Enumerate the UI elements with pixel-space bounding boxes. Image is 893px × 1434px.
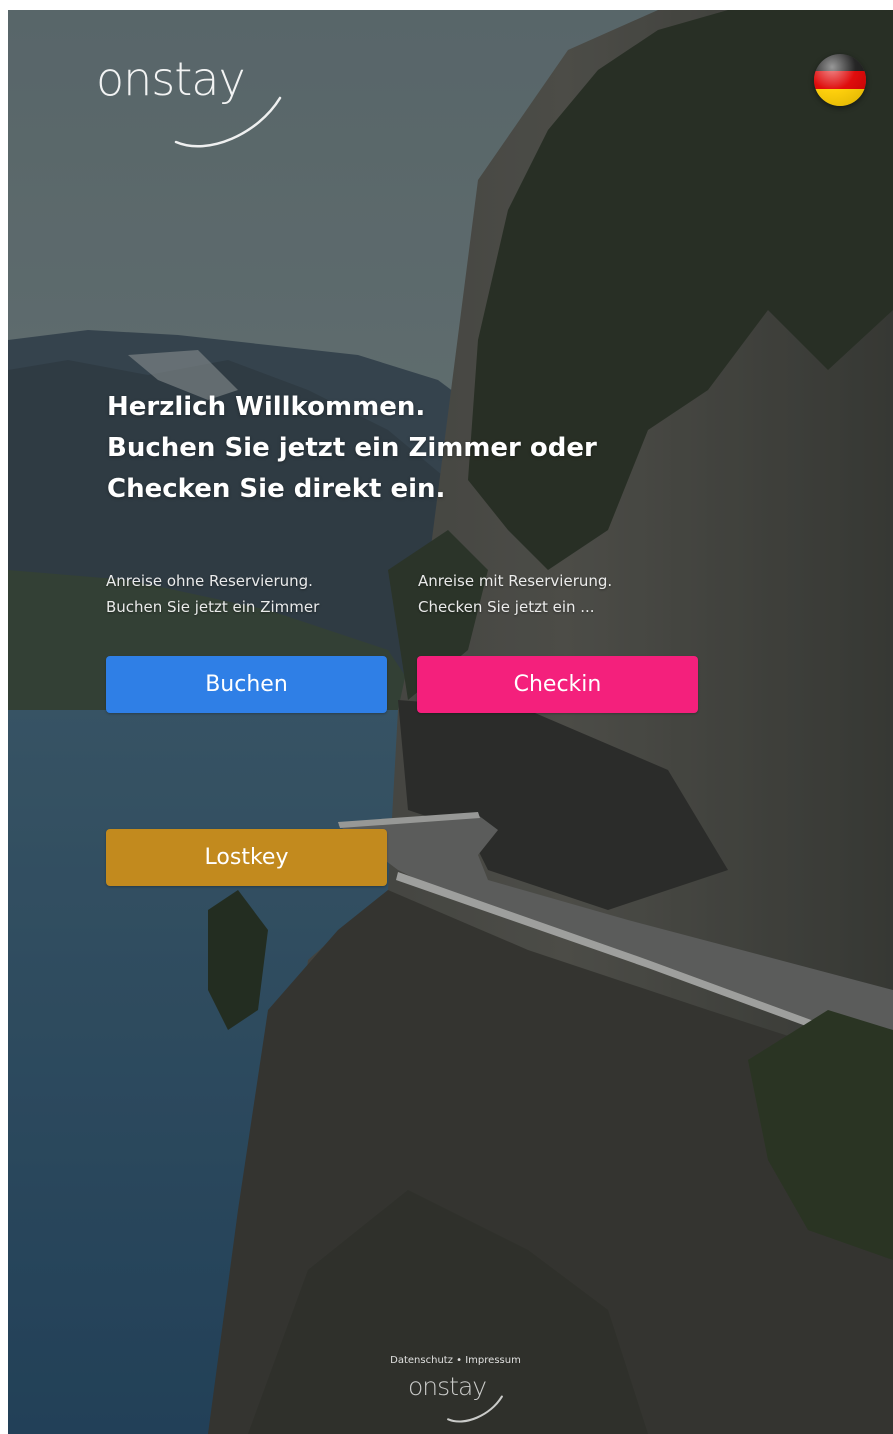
booking-hint-line: Buchen Sie jetzt ein Zimmer [106, 598, 320, 616]
language-switch-button[interactable] [814, 54, 866, 106]
footer-separator: • [456, 1355, 463, 1366]
welcome-heading: Herzlich Willkommen. Buchen Sie jetzt ei… [107, 387, 667, 510]
app-screen: onstay Herzlich Willkommen. Buchen Sie j… [8, 10, 893, 1434]
checkin-hint-line: Checken Sie jetzt ein ... [418, 598, 595, 616]
background-overlay [8, 10, 893, 1434]
logo-swoosh-icon [174, 96, 282, 148]
booking-hint-line: Anreise ohne Reservierung. [106, 572, 313, 590]
checkin-hint: Anreise mit Reservierung. Checken Sie je… [418, 568, 718, 620]
checkin-button[interactable]: Checkin [417, 656, 698, 713]
privacy-link[interactable]: Datenschutz [390, 1355, 453, 1366]
footer-logo-swoosh-icon [447, 1395, 503, 1423]
footer-links: Datenschutz • Impressum [378, 1355, 533, 1366]
checkin-hint-line: Anreise mit Reservierung. [418, 572, 613, 590]
welcome-line: Checken Sie direkt ein. [107, 474, 446, 504]
welcome-line: Herzlich Willkommen. [107, 392, 426, 422]
onstay-logo: onstay [96, 52, 286, 152]
welcome-line: Buchen Sie jetzt ein Zimmer oder [107, 433, 597, 463]
lostkey-button[interactable]: Lostkey [106, 829, 387, 886]
buchen-button[interactable]: Buchen [106, 656, 387, 713]
booking-hint: Anreise ohne Reservierung. Buchen Sie je… [106, 568, 406, 620]
footer-logo: onstay [408, 1372, 508, 1432]
imprint-link[interactable]: Impressum [465, 1355, 521, 1366]
flag-gloss [814, 54, 866, 106]
